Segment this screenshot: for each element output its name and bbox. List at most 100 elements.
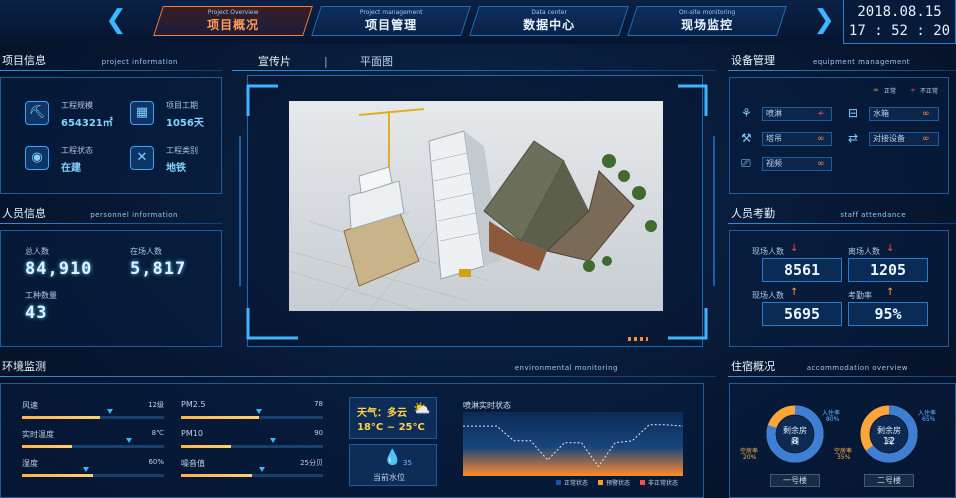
equipment-tower-crane-label: 塔吊 xyxy=(766,134,782,143)
legend-normal: 正常 xyxy=(884,88,897,95)
scale-value: 654321㎡ xyxy=(61,118,113,129)
attendance-rate-label: 考勤率 xyxy=(848,291,872,300)
tab-promo-video[interactable]: 宣传片 xyxy=(258,55,291,69)
legend-abnormal: 不正常 xyxy=(920,88,939,95)
metric-marker-icon xyxy=(83,467,89,472)
tab-onsite-monitoring[interactable]: On-site monitoring 现场监控 xyxy=(627,6,787,36)
scale-label: 工程规模 xyxy=(61,101,93,110)
chain-icon: ∞ xyxy=(922,109,930,119)
onsite-label: 现场人数 xyxy=(752,247,784,256)
accommodation-title: 住宿概况 xyxy=(731,360,775,373)
status-label: 工程状态 xyxy=(61,146,93,155)
time-text: 17 : 52 : 20 xyxy=(848,23,951,39)
building-render-illustration xyxy=(289,101,663,311)
project-info-panel xyxy=(0,77,222,194)
metric-label: 风速 xyxy=(22,401,38,410)
sprinkler-icon: ⚘ xyxy=(741,106,752,120)
equipment-docking-label: 对接设备 xyxy=(873,134,905,143)
metric-value: 12级 xyxy=(148,401,164,409)
water-level-value: 35 xyxy=(403,459,412,467)
metric-marker-icon xyxy=(107,409,113,414)
building1-button[interactable]: 一号楼 xyxy=(770,474,820,487)
environment-title: 环境监测 xyxy=(2,360,46,373)
legend-warning-swatch xyxy=(598,480,603,485)
tab-data-center[interactable]: Data center 数据中心 xyxy=(469,6,629,36)
water-tank-icon: ⊟ xyxy=(848,106,859,120)
tools-icon: ✕ xyxy=(130,146,154,170)
legend-normal-label: 正常状态 xyxy=(564,480,589,487)
spray-chart-title: 喷淋实时状态 xyxy=(463,401,511,410)
environment-title-en: environmental monitoring xyxy=(514,364,618,372)
nav-next-icon[interactable]: ❯ xyxy=(809,6,839,34)
metric-value: 60% xyxy=(148,458,164,466)
chain-icon: ∞ xyxy=(873,86,879,94)
nav-prev-icon[interactable]: ❮ xyxy=(101,6,131,34)
calendar-icon: ▦ xyxy=(130,101,154,125)
spray-chart-background xyxy=(463,412,683,476)
metric-value: 25分贝 xyxy=(300,459,323,467)
equipment-title: 设备管理 xyxy=(731,54,775,67)
equipment-title-en: equipment management xyxy=(813,58,910,66)
construction-site-image xyxy=(289,101,663,311)
water-level-label: 当前水位 xyxy=(373,473,405,482)
status-icon: ◉ xyxy=(25,146,49,170)
metric-bar-fill xyxy=(22,445,72,448)
metric-bar-fill xyxy=(22,416,100,419)
equipment-water-tank-label: 水箱 xyxy=(873,109,889,118)
metric-marker-icon xyxy=(256,409,262,414)
chain-icon: ∞ xyxy=(817,159,825,169)
onsite-people-label: 在场人数 xyxy=(130,247,162,256)
legend-abnormal-swatch xyxy=(640,480,645,485)
arrow-down-icon: ↓ xyxy=(886,243,895,254)
category-label: 工程类别 xyxy=(166,146,198,155)
divider xyxy=(0,376,716,377)
docking-icon: ⇄ xyxy=(848,131,859,145)
accommodation-title-en: accommodation overview xyxy=(806,364,908,372)
metric-marker-icon xyxy=(126,438,132,443)
carousel-dots[interactable] xyxy=(628,337,648,341)
metric-bar-fill xyxy=(181,445,231,448)
building1-vacant-rate: 20% xyxy=(743,454,757,461)
chain-icon: ∞ xyxy=(817,134,825,144)
metric-marker-icon xyxy=(270,438,276,443)
tab-separator: | xyxy=(324,55,328,68)
onsite2-label: 现场人数 xyxy=(752,291,784,300)
arrow-up-icon: ↑ xyxy=(790,287,799,298)
divider xyxy=(728,223,956,224)
duration-label: 项目工期 xyxy=(166,101,198,110)
onsite-value: 8561 xyxy=(762,258,842,282)
leave-label: 离场人数 xyxy=(848,247,880,256)
water-drop-icon: 💧 xyxy=(383,448,402,466)
building2-vacant-rate: 35% xyxy=(837,454,851,461)
arrow-down-icon: ↓ xyxy=(790,243,799,254)
onsite-people-value: 5,817 xyxy=(130,259,187,279)
tower-crane-icon: ⚒ xyxy=(741,131,752,145)
equipment-sprinkler-label: 喷淋 xyxy=(766,109,782,118)
metric-bar-fill xyxy=(22,474,93,477)
legend-warning-label: 预警状态 xyxy=(606,480,631,487)
metric-label: 噪音值 xyxy=(181,459,205,468)
metric-bar-fill xyxy=(181,416,259,419)
total-people-label: 总人数 xyxy=(25,247,49,256)
tab-project-management[interactable]: Project management 项目管理 xyxy=(311,6,471,36)
metric-value: 8℃ xyxy=(151,429,164,437)
duration-value: 1056天 xyxy=(166,118,204,129)
divider xyxy=(0,223,222,224)
broken-chain-icon: ≁ xyxy=(817,109,825,119)
building2-rooms: 12 xyxy=(882,436,896,447)
divider xyxy=(728,70,956,71)
building1-in-rate: 80% xyxy=(826,416,840,423)
tab-project-overview[interactable]: Project Overview 项目概况 xyxy=(153,6,313,36)
personnel-title: 人员信息 xyxy=(2,207,46,220)
metric-label: 实时温度 xyxy=(22,430,54,439)
project-info-title: 项目信息 xyxy=(2,54,46,67)
divider xyxy=(232,70,716,71)
metric-value: 78 xyxy=(314,400,323,408)
divider xyxy=(0,70,222,71)
building2-button[interactable]: 二号楼 xyxy=(864,474,914,487)
legend-abnormal-label: 非正常状态 xyxy=(648,480,679,487)
tab-floor-plan[interactable]: 平面图 xyxy=(360,55,393,69)
attendance-title: 人员考勤 xyxy=(731,207,775,220)
work-types-label: 工种数量 xyxy=(25,291,57,300)
metric-label: PM10 xyxy=(181,429,203,438)
